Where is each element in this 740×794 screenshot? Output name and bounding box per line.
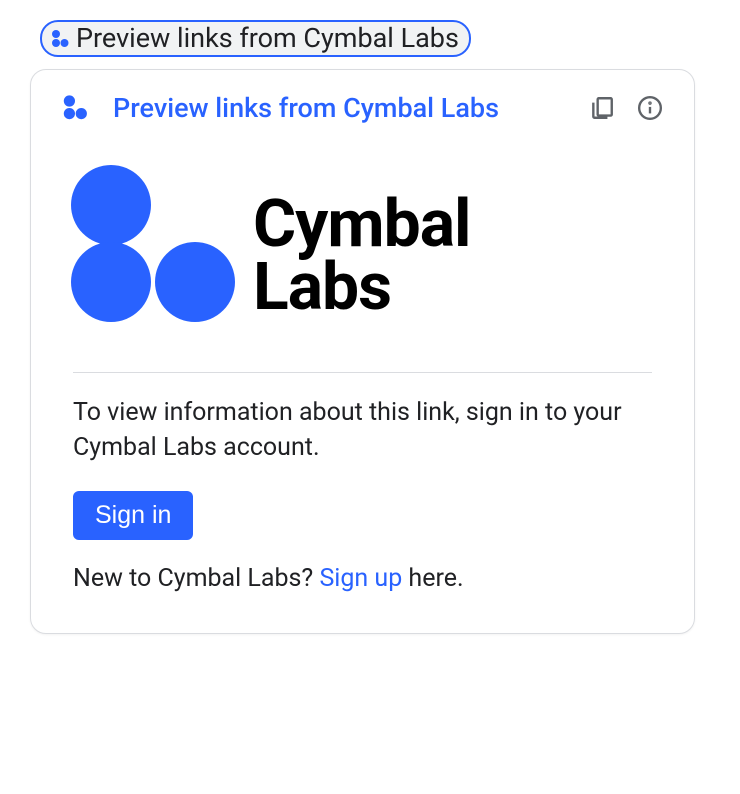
card-title: Preview links from Cymbal Labs [113, 92, 564, 124]
signup-prefix: New to Cymbal Labs? [73, 564, 319, 593]
sign-in-button[interactable]: Sign in [73, 491, 193, 540]
info-icon[interactable] [636, 94, 664, 122]
chip-label: Preview links from Cymbal Labs [76, 25, 459, 52]
cymbal-labs-logo-text: CymbalLabs [253, 194, 471, 319]
sign-up-link[interactable]: Sign up [319, 564, 402, 593]
link-preview-chip[interactable]: Preview links from Cymbal Labs [40, 20, 471, 57]
signup-suffix: here. [402, 564, 463, 593]
card-header: Preview links from Cymbal Labs [31, 70, 694, 134]
signin-description: To view information about this link, sig… [73, 395, 652, 465]
signup-text: New to Cymbal Labs? Sign up here. [73, 564, 652, 593]
cymbal-labs-logo-mark [71, 192, 235, 322]
preview-card: Preview links from Cymbal Labs [30, 69, 695, 634]
header-actions [588, 94, 664, 122]
cymbal-labs-icon-small [50, 29, 70, 49]
card-content: To view information about this link, sig… [31, 373, 694, 593]
brand-logo-section: CymbalLabs [31, 134, 694, 372]
copy-icon[interactable] [588, 94, 616, 122]
cymbal-labs-icon [61, 94, 89, 122]
